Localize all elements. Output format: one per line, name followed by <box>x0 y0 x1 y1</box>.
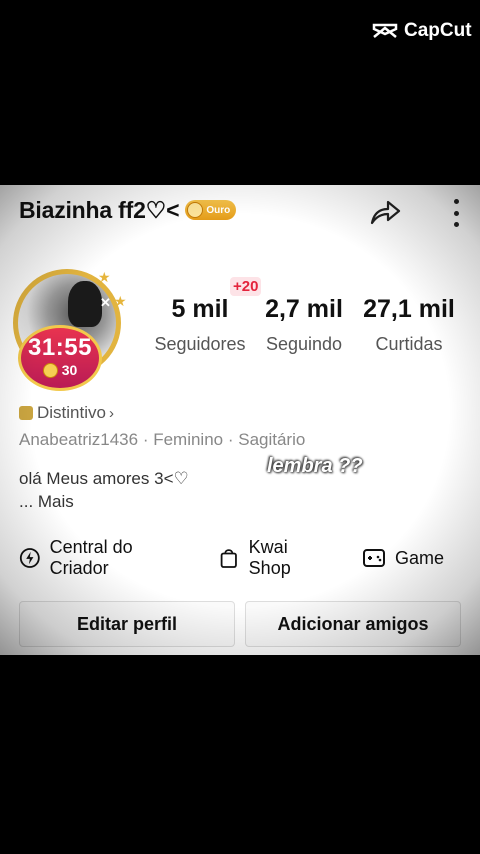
shortcut-kwai-shop[interactable]: Kwai Shop <box>218 537 326 579</box>
distintivo-icon <box>19 406 33 420</box>
close-icon: ✕ <box>100 295 111 310</box>
stat-following[interactable]: 2,7 mil Seguindo <box>258 295 350 355</box>
stat-likes[interactable]: 27,1 mil Curtidas <box>360 295 458 355</box>
avatar-figure <box>68 281 102 327</box>
shortcut-label: Game <box>394 547 444 568</box>
live-timer-badge[interactable]: 31:55 30 <box>18 325 102 391</box>
star-icon: ★ <box>98 269 111 285</box>
badge-coin-icon <box>187 202 204 218</box>
star-icon: ★ <box>114 293 127 309</box>
followers-delta-badge: +20 <box>230 277 262 296</box>
overlay-caption: lembra ?? <box>267 455 363 477</box>
stat-value: 2,7 mil <box>265 295 343 323</box>
stat-label: Seguindo <box>265 334 343 354</box>
profile-meta: Anabeatriz1436 · Feminino · Sagitário <box>19 430 306 449</box>
avatar[interactable]: ★ ★ ✕ 31:55 30 <box>10 267 130 391</box>
capcut-label: CapCut <box>404 20 472 41</box>
shortcut-label: Kwai Shop <box>248 537 291 578</box>
coin-icon <box>42 362 58 378</box>
shopping-bag-icon <box>220 549 237 568</box>
lightning-icon <box>19 548 40 568</box>
shortcut-game[interactable]: Game <box>362 546 444 570</box>
more-options-icon[interactable] <box>452 199 460 227</box>
share-icon[interactable] <box>368 197 402 227</box>
live-time: 31:55 <box>28 334 92 361</box>
gamepad-icon <box>362 549 385 567</box>
bio-more-link[interactable]: ... Mais <box>19 492 74 512</box>
stat-label: Seguidores <box>154 334 246 354</box>
capcut-logo-icon <box>372 23 398 38</box>
stat-value: 5 mil <box>171 295 229 323</box>
distintivo-label: Distintivo <box>37 403 106 422</box>
capcut-watermark: CapCut <box>372 20 472 42</box>
stat-label: Curtidas <box>375 334 443 354</box>
profile-header: Biazinha ff2♡< Ouro <box>19 195 460 227</box>
profile-panel: Biazinha ff2♡< Ouro ★ ★ ✕ 31:55 30 +20 5… <box>0 185 480 655</box>
gold-level-badge[interactable]: Ouro <box>185 200 237 220</box>
shortcut-creator-center[interactable]: Central do Criador <box>19 537 182 579</box>
stat-followers[interactable]: 5 mil Seguidores <box>150 295 250 355</box>
profile-bio: olá Meus amores 3<♡ <box>19 469 189 488</box>
badge-label: Ouro <box>206 204 231 216</box>
profile-name: Biazinha ff2♡< <box>19 196 180 223</box>
shortcut-label: Central do Criador <box>49 537 133 578</box>
add-friends-button[interactable]: Adicionar amigos <box>245 601 461 647</box>
live-coins-count: 30 <box>61 362 78 378</box>
shortcut-row: Central do Criador Kwai Shop Game <box>19 537 480 579</box>
stat-value: 27,1 mil <box>363 295 455 323</box>
edit-profile-button[interactable]: Editar perfil <box>19 601 235 647</box>
distintivo-link[interactable]: Distintivo › <box>19 403 114 423</box>
chevron-right-icon: › <box>108 404 114 422</box>
